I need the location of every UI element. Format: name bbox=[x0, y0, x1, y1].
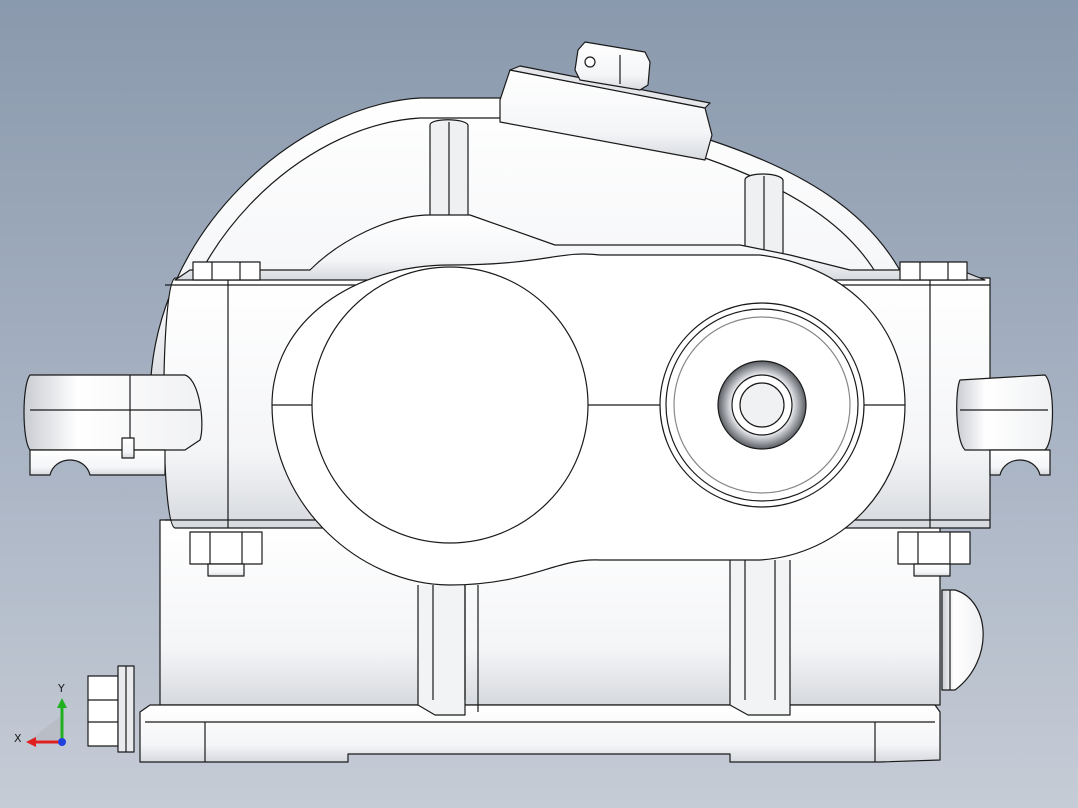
gearbox-model[interactable] bbox=[0, 0, 1078, 808]
lug-pin-left bbox=[121, 437, 135, 459]
x-axis-arrow bbox=[26, 737, 36, 747]
y-axis-label: Y bbox=[58, 682, 65, 695]
lower-rib-left bbox=[417, 585, 466, 716]
z-axis-dot bbox=[58, 738, 66, 746]
bolt-top-left bbox=[192, 261, 261, 281]
large-bearing-cover bbox=[311, 266, 589, 544]
graphics-viewport[interactable]: Y X bbox=[0, 0, 1078, 808]
lug-foot-left bbox=[29, 449, 166, 476]
base-plate bbox=[139, 704, 941, 763]
lifting-lug-right bbox=[956, 374, 1054, 451]
lug-foot-right bbox=[989, 449, 1051, 476]
y-axis-arrow bbox=[57, 698, 67, 708]
vent-plug-hole bbox=[584, 56, 596, 68]
bolt-top-right bbox=[899, 261, 968, 281]
lifting-lug-left bbox=[23, 374, 203, 451]
drain-plug bbox=[87, 665, 135, 753]
oil-gauge bbox=[941, 589, 984, 691]
lower-rib-right bbox=[729, 560, 791, 716]
axis-triad: Y X bbox=[10, 680, 80, 750]
x-axis-label: X bbox=[14, 732, 22, 745]
